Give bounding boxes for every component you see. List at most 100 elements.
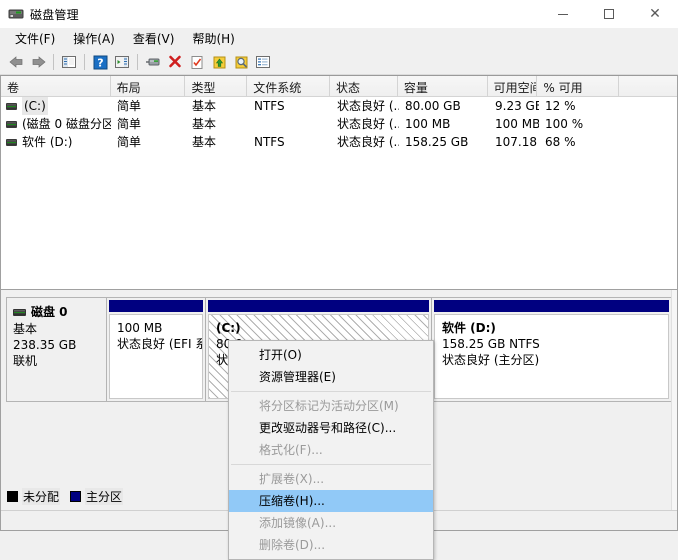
disk-icon xyxy=(13,309,26,316)
legend-swatch-primary xyxy=(70,491,81,502)
vertical-scrollbar[interactable] xyxy=(671,290,677,530)
ctx-change-drive-letter[interactable]: 更改驱动器号和路径(C)... xyxy=(229,417,433,439)
cell-type: 基本 xyxy=(186,115,248,133)
disk-info-panel[interactable]: 磁盘 0 基本 238.35 GB 联机 xyxy=(6,297,106,402)
partition-size: 158.25 GB NTFS xyxy=(442,336,668,352)
properties-pane-icon[interactable] xyxy=(111,51,133,73)
forward-icon[interactable] xyxy=(27,51,49,73)
cell-capacity: 158.25 GB xyxy=(399,133,489,151)
close-button[interactable]: ✕ xyxy=(632,0,678,28)
volume-icon xyxy=(6,139,17,146)
menu-file[interactable]: 文件(F) xyxy=(6,29,64,49)
partition-size: 100 MB xyxy=(117,320,202,336)
check-document-icon[interactable] xyxy=(186,51,208,73)
context-menu: 打开(O) 资源管理器(E) 将分区标记为活动分区(M) 更改驱动器号和路径(C… xyxy=(228,340,434,560)
cell-capacity: 80.00 GB xyxy=(399,97,489,115)
column-header-volume[interactable]: 卷 xyxy=(1,76,111,96)
toolbar-separator xyxy=(53,54,54,70)
partition-body: 软件 (D:) 158.25 GB NTFS 状态良好 (主分区) xyxy=(434,314,669,399)
column-header-layout[interactable]: 布局 xyxy=(111,76,186,96)
disk-type: 基本 xyxy=(13,321,106,337)
cell-free-space: 100 MB xyxy=(489,115,539,133)
partition-efi[interactable]: 100 MB 状态良好 (EFI 系 xyxy=(107,298,206,401)
table-row[interactable]: (磁盘 0 磁盘分区 1) 简单 基本 状态良好 (... 100 MB 100… xyxy=(1,115,677,133)
disk-management-icon xyxy=(8,6,24,22)
cell-layout: 简单 xyxy=(111,115,186,133)
partition-bar xyxy=(434,300,669,312)
column-header-status[interactable]: 状态 xyxy=(330,76,398,96)
cell-layout: 简单 xyxy=(111,133,186,151)
legend-item-primary: 主分区 xyxy=(66,488,123,505)
minimize-button[interactable] xyxy=(540,0,586,28)
cell-type: 基本 xyxy=(186,133,248,151)
upgrade-icon[interactable] xyxy=(208,51,230,73)
ctx-format: 格式化(F)... xyxy=(229,439,433,461)
volume-list-header: 卷 布局 类型 文件系统 状态 容量 可用空间 % 可用 xyxy=(1,76,677,97)
search-icon[interactable] xyxy=(230,51,252,73)
ctx-open[interactable]: 打开(O) xyxy=(229,344,433,366)
cell-filesystem: NTFS xyxy=(248,133,331,151)
cell-volume-label: 软件 (D:) xyxy=(22,133,72,151)
column-header-percent-free[interactable]: % 可用 xyxy=(537,76,619,96)
delete-icon[interactable] xyxy=(164,51,186,73)
cell-volume-label: (C:) xyxy=(22,97,48,115)
cell-free-space: 9.23 GB xyxy=(489,97,539,115)
partition-status: 状态良好 (EFI 系 xyxy=(117,336,202,352)
toolbar-separator xyxy=(84,54,85,70)
list-properties-icon[interactable] xyxy=(252,51,274,73)
disk-name: 磁盘 0 xyxy=(31,304,68,320)
cell-capacity: 100 MB xyxy=(399,115,489,133)
legend: 未分配 主分区 xyxy=(3,487,129,506)
ctx-delete-volume: 删除卷(D)... xyxy=(229,534,433,556)
cell-percent-free: 12 % xyxy=(539,97,621,115)
disk-title-line: 磁盘 0 xyxy=(13,304,106,320)
volume-icon xyxy=(6,121,17,128)
disk-size: 238.35 GB xyxy=(13,337,106,353)
ctx-mark-active: 将分区标记为活动分区(M) xyxy=(229,395,433,417)
window-controls: ✕ xyxy=(540,0,678,28)
partition-bar xyxy=(208,300,429,312)
column-header-filesystem[interactable]: 文件系统 xyxy=(247,76,330,96)
partition-d[interactable]: 软件 (D:) 158.25 GB NTFS 状态良好 (主分区) xyxy=(432,298,671,401)
column-header-type[interactable]: 类型 xyxy=(185,76,247,96)
cell-type: 基本 xyxy=(186,97,248,115)
title-bar: 磁盘管理 ✕ xyxy=(0,0,678,28)
menu-view[interactable]: 查看(V) xyxy=(124,29,184,49)
menu-bar: 文件(F) 操作(A) 查看(V) 帮助(H) xyxy=(0,28,678,50)
cell-percent-free: 68 % xyxy=(539,133,621,151)
ctx-explore[interactable]: 资源管理器(E) xyxy=(229,366,433,388)
back-icon[interactable] xyxy=(5,51,27,73)
partition-bar xyxy=(109,300,203,312)
partition-body: 100 MB 状态良好 (EFI 系 xyxy=(109,314,203,399)
table-row[interactable]: (C:) 简单 基本 NTFS 状态良好 (... 80.00 GB 9.23 … xyxy=(1,97,677,115)
column-header-free-space[interactable]: 可用空间 xyxy=(488,76,538,96)
toolbar: ? xyxy=(0,50,678,75)
cell-volume: (C:) xyxy=(1,97,111,115)
ctx-extend-volume: 扩展卷(X)... xyxy=(229,468,433,490)
legend-swatch-unallocated xyxy=(7,491,18,502)
table-row[interactable]: 软件 (D:) 简单 基本 NTFS 状态良好 (... 158.25 GB 1… xyxy=(1,133,677,151)
legend-label-primary: 主分区 xyxy=(85,488,123,505)
cell-volume: 软件 (D:) xyxy=(1,133,111,151)
drive-icon[interactable] xyxy=(142,51,164,73)
cell-status: 状态良好 (... xyxy=(331,115,399,133)
context-menu-separator xyxy=(231,464,431,465)
svg-text:?: ? xyxy=(97,56,103,69)
cell-volume-label: (磁盘 0 磁盘分区 1) xyxy=(22,115,111,133)
volume-icon xyxy=(6,103,17,110)
cell-status: 状态良好 (... xyxy=(331,133,399,151)
disk-management-window: 磁盘管理 ✕ 文件(F) 操作(A) 查看(V) 帮助(H) xyxy=(0,0,678,531)
maximize-button[interactable] xyxy=(586,0,632,28)
volume-list-pane: 卷 布局 类型 文件系统 状态 容量 可用空间 % 可用 (C:) 简单 基本 … xyxy=(0,75,678,290)
partition-name: 软件 (D:) xyxy=(442,320,668,336)
toolbar-separator xyxy=(137,54,138,70)
show-hide-console-tree-icon[interactable] xyxy=(58,51,80,73)
menu-action[interactable]: 操作(A) xyxy=(64,29,124,49)
ctx-shrink-volume[interactable]: 压缩卷(H)... xyxy=(229,490,433,512)
menu-help[interactable]: 帮助(H) xyxy=(183,29,243,49)
legend-item-unallocated: 未分配 xyxy=(3,488,60,505)
help-icon[interactable]: ? xyxy=(89,51,111,73)
column-header-capacity[interactable]: 容量 xyxy=(398,76,488,96)
column-header-blank[interactable] xyxy=(619,76,677,96)
cell-free-space: 107.18 ... xyxy=(489,133,539,151)
